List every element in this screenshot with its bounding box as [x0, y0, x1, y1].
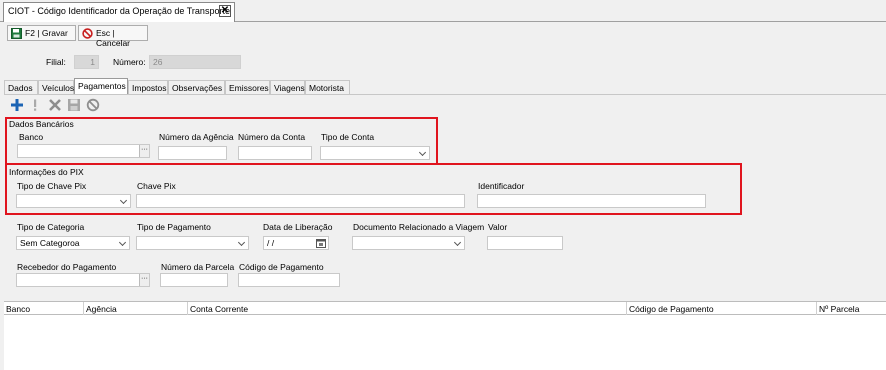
tipo-conta-select[interactable]	[320, 146, 430, 160]
tab-impostos[interactable]: Impostos	[128, 80, 168, 94]
chave-pix-label: Chave Pix	[137, 181, 176, 191]
floppy-icon	[11, 28, 22, 39]
banco-input[interactable]: ···	[17, 144, 150, 158]
parcela-input[interactable]	[160, 273, 228, 287]
document-tab[interactable]: CIOT - Código Identificador da Operação …	[3, 2, 235, 22]
document-tab-title: CIOT - Código Identificador da Operação …	[8, 6, 230, 16]
grid-col-parcela[interactable]: Nº Parcela	[816, 302, 886, 315]
grid-col-conta-corrente[interactable]: Conta Corrente	[187, 302, 626, 315]
pix-title: Informações do PIX	[9, 167, 84, 177]
save-button[interactable]: F2 | Gravar	[7, 25, 76, 41]
save-button-label: F2 | Gravar	[25, 28, 68, 38]
dados-bancarios-title: Dados Bancários	[9, 119, 74, 129]
codigo-label: Código de Pagamento	[239, 262, 324, 272]
close-icon[interactable]: ✕	[219, 5, 231, 17]
cancel-icon[interactable]	[86, 98, 100, 112]
add-icon[interactable]	[10, 98, 24, 112]
lookup-button[interactable]: ···	[139, 274, 149, 286]
documento-select[interactable]	[352, 236, 465, 250]
identificador-label: Identificador	[478, 181, 525, 191]
alert-icon[interactable]	[28, 98, 42, 112]
recebedor-label: Recebedor do Pagamento	[17, 262, 117, 272]
categoria-label: Tipo de Categoria	[17, 222, 85, 232]
agencia-label: Número da Agência	[159, 132, 234, 142]
valor-input[interactable]	[487, 236, 563, 250]
recebedor-input[interactable]: ···	[16, 273, 150, 287]
calendar-icon[interactable]	[316, 238, 326, 248]
tab-viagens[interactable]: Viagens	[270, 80, 305, 94]
save-icon[interactable]	[67, 98, 81, 112]
grid-body[interactable]	[4, 315, 886, 370]
parcela-label: Número da Parcela	[161, 262, 235, 272]
numero-field: 26	[149, 55, 241, 69]
identificador-input[interactable]	[477, 194, 706, 208]
tab-pagamentos[interactable]: Pagamentos	[74, 78, 128, 94]
numero-label: Número:	[113, 57, 146, 67]
prohibited-icon	[82, 28, 93, 39]
cancel-button-label: Esc | Cancelar	[96, 28, 131, 48]
documento-label: Documento Relacionado a Viagem	[353, 222, 485, 232]
delete-icon[interactable]	[48, 98, 62, 112]
codigo-input[interactable]	[238, 273, 340, 287]
lookup-button[interactable]: ···	[139, 145, 149, 157]
tipo-conta-label: Tipo de Conta	[321, 132, 375, 142]
grid-header: Banco Agência Conta Corrente Código de P…	[4, 301, 886, 315]
agencia-input[interactable]	[158, 146, 227, 160]
grid-col-agencia[interactable]: Agência	[83, 302, 187, 315]
grid-col-banco[interactable]: Banco	[4, 302, 83, 315]
tab-dados[interactable]: Dados	[4, 80, 38, 94]
tab-motorista[interactable]: Motorista	[305, 80, 350, 94]
data-liberacao-value: / /	[267, 238, 275, 248]
filial-label: Filial:	[46, 57, 66, 67]
chave-pix-input[interactable]	[136, 194, 465, 208]
banco-label: Banco	[19, 132, 44, 142]
tipo-pagamento-select[interactable]	[136, 236, 249, 250]
grid-col-codigo-pagamento[interactable]: Código de Pagamento	[626, 302, 816, 315]
tipo-pagamento-label: Tipo de Pagamento	[137, 222, 211, 232]
cancel-button[interactable]: Esc | Cancelar	[78, 25, 148, 48]
tab-observacoes[interactable]: Observações	[168, 80, 225, 94]
conta-input[interactable]	[238, 146, 312, 160]
categoria-select[interactable]: Sem Categoroa	[16, 236, 130, 250]
valor-label: Valor	[488, 222, 508, 232]
data-liberacao-label: Data de Liberação	[263, 222, 333, 232]
tab-veiculos[interactable]: Veículos	[38, 80, 74, 94]
categoria-value: Sem Categoroa	[20, 238, 80, 248]
tipo-chave-label: Tipo de Chave Pix	[17, 181, 87, 191]
conta-label: Número da Conta	[238, 132, 306, 142]
document-tabbar: CIOT - Código Identificador da Operação …	[0, 0, 886, 22]
tipo-chave-select[interactable]	[16, 194, 131, 208]
filial-field: 1	[74, 55, 99, 69]
data-liberacao-input[interactable]: / /	[263, 236, 329, 250]
tab-emissores[interactable]: Emissores	[225, 80, 270, 94]
